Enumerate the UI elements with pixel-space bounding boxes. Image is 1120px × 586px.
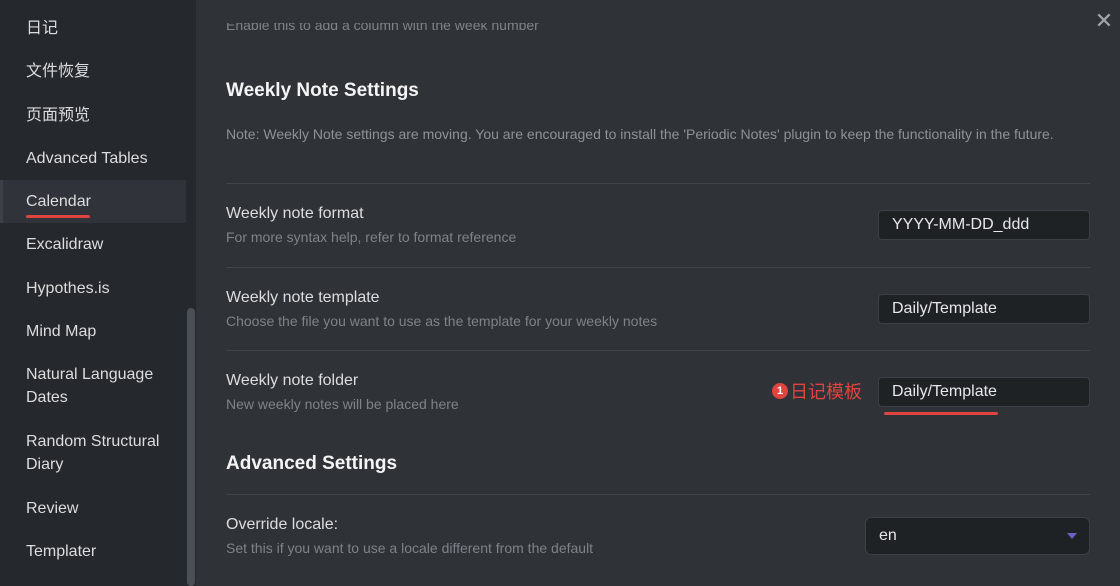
sidebar-item-page-preview[interactable]: 页面预览 — [0, 104, 186, 127]
sidebar-item-label: Mind Map — [26, 323, 97, 340]
annotation-number-badge: 1 — [772, 383, 788, 399]
close-icon[interactable]: ✕ — [1092, 10, 1116, 34]
annotation-text: 日记模板 — [790, 382, 862, 403]
sidebar-item-label: 日记 — [26, 20, 59, 37]
advanced-section-heading: Advanced Settings — [226, 453, 398, 474]
settings-sidebar: 日记 文件恢复 页面预览 Advanced Tables Calendar Ex… — [0, 0, 196, 586]
sidebar-item-label: Hypothes.is — [26, 280, 110, 297]
sidebar-item-diary[interactable]: 日记 — [0, 17, 186, 40]
sidebar-item-calendar[interactable]: Calendar — [0, 180, 186, 223]
sidebar-item-mind-map[interactable]: Mind Map — [0, 320, 186, 343]
sidebar-item-label: 页面预览 — [26, 107, 91, 124]
sidebar-item-natural-language-dates[interactable]: Natural Language Dates — [0, 363, 186, 409]
sidebar-item-review[interactable]: Review — [0, 497, 186, 520]
sidebar-item-hypothesis[interactable]: Hypothes.is — [0, 277, 186, 300]
sidebar-item-advanced-tables[interactable]: Advanced Tables — [0, 147, 186, 170]
locale-setting-desc: Set this if you want to use a locale dif… — [226, 540, 594, 556]
annotation-callout: 1 日记模板 — [772, 378, 862, 404]
settings-content: ✕ Enable this to add a column with the w… — [196, 0, 1120, 586]
sidebar-item-label: 文件恢复 — [26, 63, 91, 80]
week-number-description: Enable this to add a column with the wee… — [226, 23, 539, 33]
locale-select-value: en — [879, 527, 897, 544]
sidebar-item-label: Calendar — [26, 193, 91, 210]
weekly-format-desc: For more syntax help, refer to format re… — [226, 229, 517, 245]
sidebar-item-label: Templater — [26, 543, 97, 560]
sidebar-item-label: Review — [26, 500, 79, 517]
locale-select[interactable]: en — [865, 517, 1090, 555]
sidebar-item-random-structural-diary[interactable]: Random Structural Diary — [0, 430, 186, 476]
weekly-folder-desc: New weekly notes will be placed here — [226, 396, 459, 412]
locale-setting-name: Override locale: — [226, 516, 339, 533]
weekly-format-input[interactable] — [878, 210, 1090, 240]
sidebar-item-label: Advanced Tables — [26, 150, 148, 167]
divider — [226, 494, 1090, 495]
sidebar-item-label: Natural Language Dates — [26, 366, 154, 406]
weekly-section-heading: Weekly Note Settings — [226, 80, 419, 101]
weekly-template-desc: Choose the file you want to use as the t… — [226, 313, 658, 329]
sidebar-item-templater[interactable]: Templater — [0, 540, 186, 563]
weekly-template-input[interactable] — [878, 294, 1090, 324]
weekly-folder-name: Weekly note folder — [226, 372, 359, 389]
weekly-folder-input[interactable] — [878, 377, 1090, 407]
divider — [226, 267, 1090, 268]
sidebar-item-excalidraw[interactable]: Excalidraw — [0, 233, 186, 256]
sidebar-item-label: Random Structural Diary — [26, 433, 160, 473]
chevron-down-icon — [1067, 533, 1077, 539]
weekly-template-name: Weekly note template — [226, 289, 380, 306]
weekly-format-name: Weekly note format — [226, 205, 364, 222]
sidebar-item-file-recovery[interactable]: 文件恢复 — [0, 60, 186, 83]
active-underline — [26, 215, 90, 218]
annotation-underline — [884, 412, 998, 415]
divider — [226, 183, 1090, 184]
sidebar-scrollbar-thumb[interactable] — [187, 308, 195, 586]
divider — [226, 350, 1090, 351]
weekly-settings-note: Note: Weekly Note settings are moving. Y… — [226, 126, 1054, 142]
sidebar-item-label: Excalidraw — [26, 236, 104, 253]
